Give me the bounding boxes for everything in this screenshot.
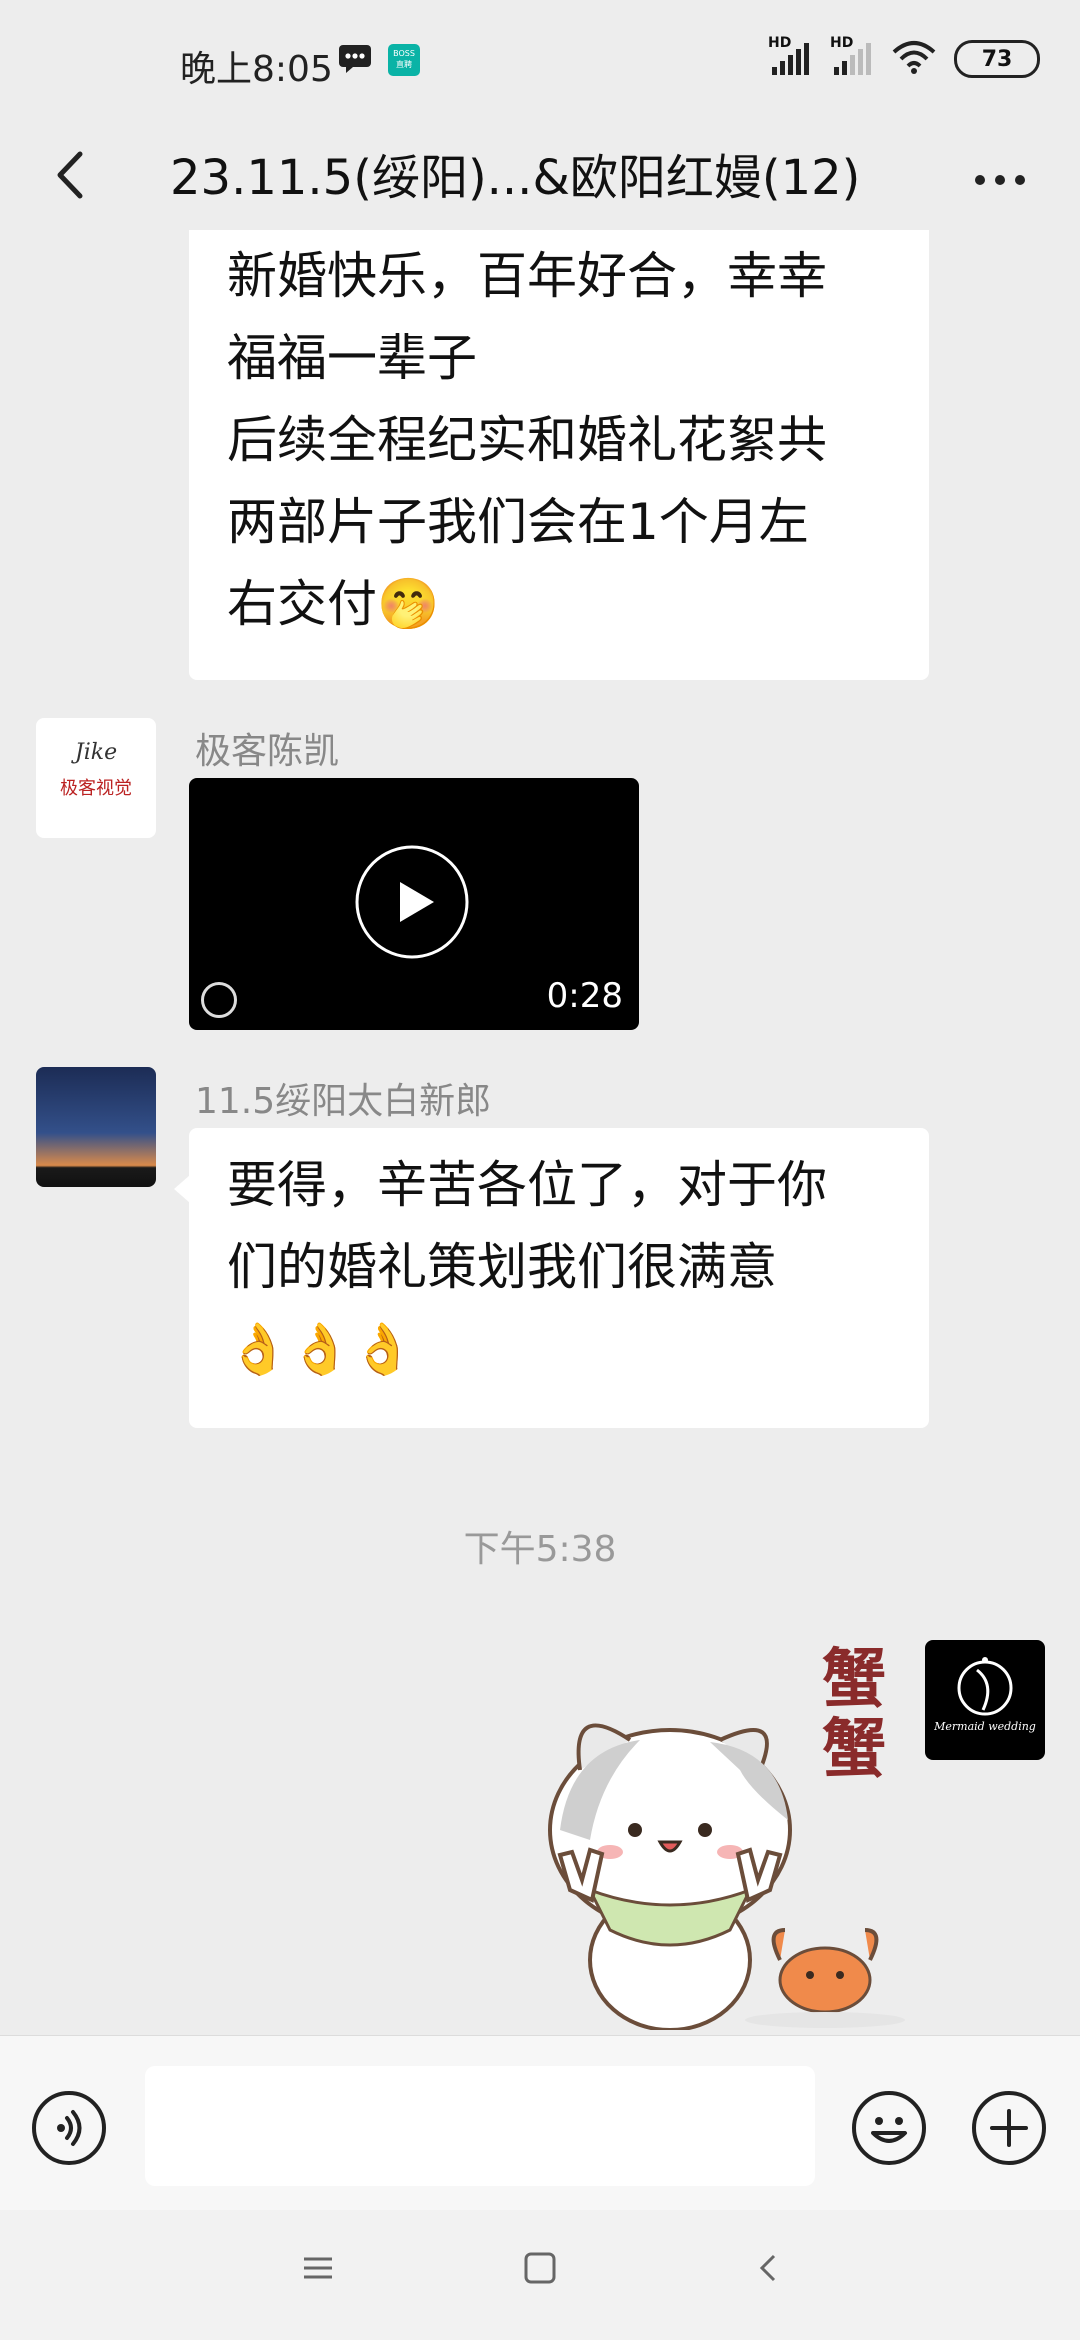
- emoji-icon[interactable]: [852, 2091, 926, 2165]
- signal-icon: HD: [768, 35, 812, 77]
- message-line: 后续全程纪实和婚礼花絮共: [227, 411, 827, 469]
- menu-icon[interactable]: [300, 2250, 336, 2290]
- more-dots-icon[interactable]: [960, 140, 1040, 210]
- message-bubble[interactable]: 新婚快乐，百年好合，幸幸 福福一辈子 后续全程纪实和婚礼花絮共 两部片子我们会在…: [189, 230, 929, 680]
- battery-icon: 73: [954, 40, 1040, 78]
- chevron-left-icon[interactable]: [40, 140, 110, 210]
- avatar[interactable]: Jike 极客视觉: [36, 718, 156, 838]
- avatar[interactable]: Mermaid wedding: [925, 1640, 1045, 1760]
- message-line: 👌👌👌: [227, 1320, 414, 1378]
- sticker-text: 蟹蟹: [822, 1642, 886, 1787]
- avatar-logo-text: 极客视觉: [60, 778, 132, 799]
- mermaid-logo-icon: [957, 1657, 1013, 1716]
- sticker[interactable]: 蟹蟹: [530, 1630, 910, 2032]
- message-line: 右交付🤭: [227, 575, 440, 633]
- loading-circle-icon: [201, 982, 237, 1018]
- status-indicators: HD HD 73: [768, 35, 1040, 78]
- time-separator: 下午5:38: [463, 1529, 617, 1570]
- plus-icon[interactable]: [972, 2091, 1046, 2165]
- voice-icon[interactable]: [32, 2091, 106, 2165]
- play-icon[interactable]: [354, 844, 470, 960]
- system-nav-bar: [0, 2210, 1080, 2340]
- chat-header: 23.11.5(绥阳)...&欧阳红嫚(12): [0, 120, 1080, 230]
- status-bar: 晚上8:05 BOSS 直聘 HD HD 73: [0, 0, 1080, 120]
- message-line: 福福一辈子: [227, 329, 477, 387]
- message-input[interactable]: [145, 2066, 815, 2186]
- signal-icon: HD: [830, 35, 874, 77]
- chat-messages[interactable]: 新婚快乐，百年好合，幸幸 福福一辈子 后续全程纪实和婚礼花絮共 两部片子我们会在…: [0, 230, 1080, 2035]
- message-bubble[interactable]: 要得，辛苦各位了，对于你 们的婚礼策划我们很满意 👌👌👌: [189, 1128, 929, 1428]
- home-icon[interactable]: [522, 2250, 558, 2290]
- video-message[interactable]: 0:28: [189, 778, 639, 1030]
- status-time: 晚上8:05: [180, 49, 333, 90]
- message-icon: [338, 44, 372, 78]
- avatar[interactable]: [36, 1067, 156, 1187]
- message-line: 要得，辛苦各位了，对于你: [227, 1156, 827, 1214]
- chat-title: 23.11.5(绥阳)...&欧阳红嫚(12): [170, 150, 861, 206]
- video-duration: 0:28: [546, 976, 623, 1016]
- wifi-icon: [892, 40, 936, 78]
- sender-name: 11.5绥阳太白新郎: [195, 1081, 492, 1122]
- message-line: 们的婚礼策划我们很满意: [227, 1238, 777, 1296]
- avatar-logo-script: Jike: [74, 740, 118, 765]
- message-line: 新婚快乐，百年好合，幸幸: [227, 247, 827, 305]
- bubble-tail: [174, 1175, 190, 1203]
- input-bar: [0, 2035, 1080, 2211]
- boss-app-icon: BOSS 直聘: [388, 44, 420, 76]
- back-icon[interactable]: [752, 2250, 788, 2290]
- message-line: 两部片子我们会在1个月左: [227, 493, 809, 551]
- sender-name: 极客陈凯: [195, 731, 340, 772]
- avatar-logo-text: Mermaid wedding: [934, 1720, 1036, 1733]
